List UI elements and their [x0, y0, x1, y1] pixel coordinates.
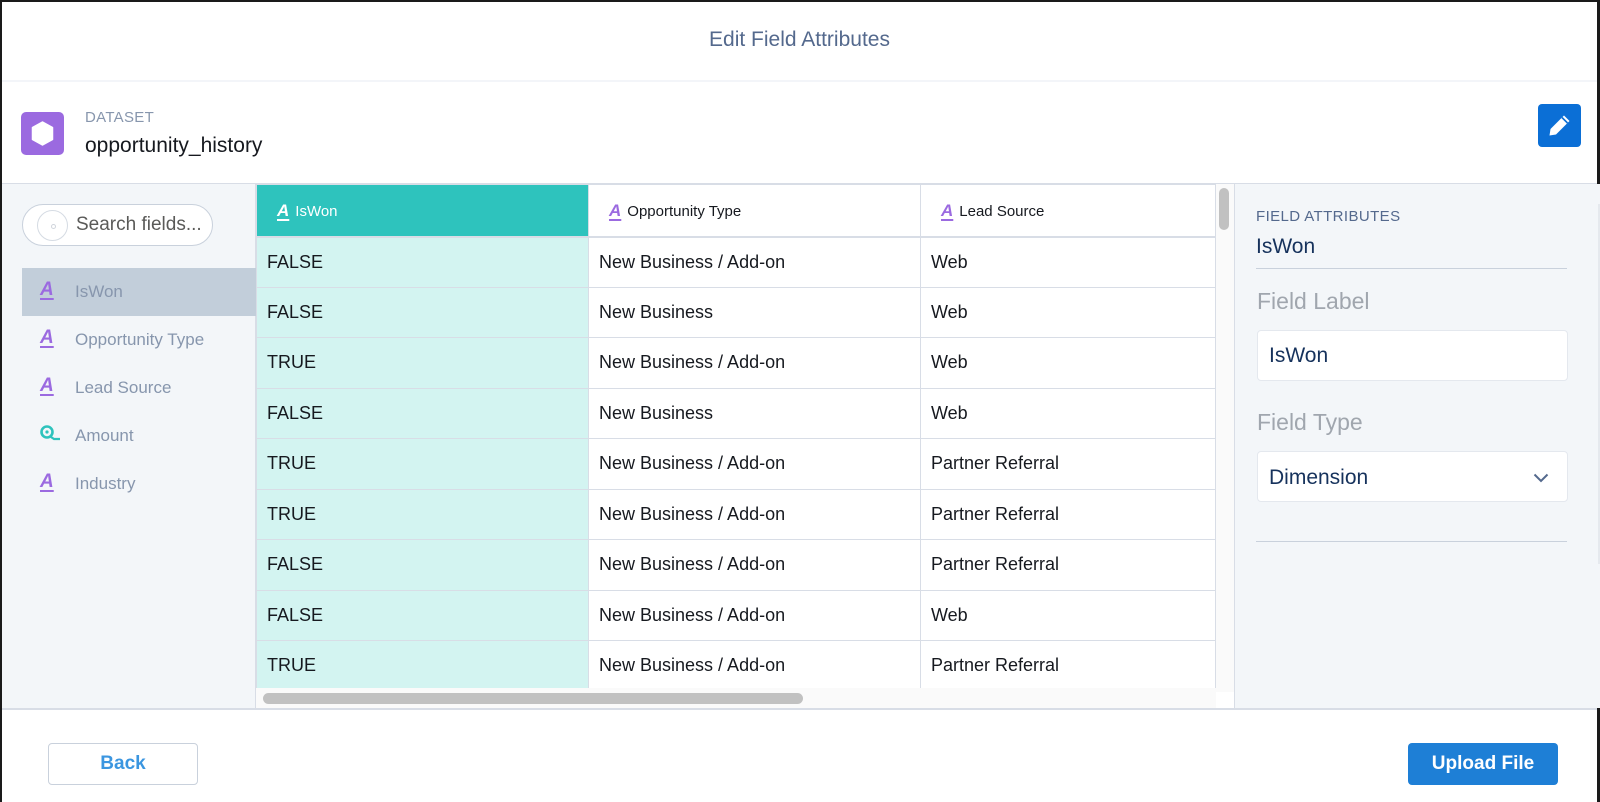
upload-file-button[interactable]: Upload File — [1408, 743, 1558, 785]
text-A-icon: A — [40, 375, 54, 396]
field-item-lead-source[interactable]: A Lead Source — [22, 364, 256, 412]
field-type-value: Dimension — [1269, 466, 1369, 489]
dataset-name: opportunity_history — [85, 134, 263, 157]
table-row: TRUE New Business / Add-on Partner Referra… — [256, 488, 1216, 540]
grid-vertical-scrollbar[interactable] — [1216, 184, 1234, 692]
table-row: FALSE New Business / Add-on Web — [256, 589, 1216, 641]
cell-iswon: TRUE — [256, 337, 589, 389]
table-row: TRUE New Business / Add-on Partner Referra… — [256, 640, 1216, 692]
cell-lead-source: Partner Referral — [920, 488, 1216, 540]
grid-horizontal-scrollbar[interactable] — [256, 688, 1216, 708]
field-item-label: Industry — [75, 474, 136, 493]
table-row: TRUE New Business / Add-on Partner Referra… — [256, 438, 1216, 490]
cell-lead-source: Partner Referral — [920, 438, 1216, 490]
cell-opportunity-type: New Business / Add-on — [588, 337, 921, 389]
field-list: A IsWon A Opportunity Type A Lead Source… — [22, 268, 256, 508]
search-icon — [37, 210, 68, 241]
divider — [1256, 268, 1567, 269]
cell-opportunity-type: New Business / Add-on — [588, 539, 921, 591]
field-type-select[interactable]: Dimension — [1257, 451, 1568, 502]
selected-field-name: IsWon — [1256, 235, 1316, 258]
cell-iswon: FALSE — [256, 387, 589, 439]
cell-lead-source: Partner Referral — [920, 539, 1216, 591]
cell-opportunity-type: New Business / Add-on — [588, 589, 921, 641]
cell-iswon: FALSE — [256, 286, 589, 338]
cell-opportunity-type: New Business — [588, 286, 921, 338]
cell-lead-source: Partner Referral — [920, 640, 1216, 692]
modal-title: Edit Field Attributes — [709, 28, 890, 51]
data-table: A IsWon A Opportunity Type A Lead Source FA… — [256, 184, 1216, 692]
field-item-label: Lead Source — [75, 378, 172, 397]
field-type-title: Field Type — [1257, 409, 1363, 435]
back-button[interactable]: Back — [48, 743, 198, 785]
text-A-icon: A — [941, 200, 954, 220]
cell-lead-source: Web — [920, 589, 1216, 641]
cell-opportunity-type: New Business / Add-on — [588, 438, 921, 490]
data-preview-grid: A IsWon A Opportunity Type A Lead Source FA… — [256, 184, 1234, 708]
modal-window: Edit Field Attributes DATASET opportunit… — [0, 0, 1600, 802]
scrollbar-thumb[interactable] — [1219, 188, 1229, 230]
cell-lead-source: Web — [920, 286, 1216, 338]
cell-lead-source: Web — [920, 387, 1216, 439]
cell-iswon: TRUE — [256, 438, 589, 490]
cell-iswon: FALSE — [256, 236, 589, 288]
modal-footer: Back Upload File — [2, 708, 1597, 802]
column-header-label: Opportunity Type — [627, 202, 742, 220]
text-A-icon: A — [40, 327, 54, 348]
cell-iswon: FALSE — [256, 539, 589, 591]
field-label-title: Field Label — [1257, 288, 1370, 314]
table-header-row: A IsWon A Opportunity Type A Lead Source — [256, 184, 1216, 238]
cell-lead-source: Web — [920, 236, 1216, 288]
field-item-amount[interactable]: Amount — [22, 412, 256, 460]
text-A-icon: A — [609, 200, 622, 220]
search-fields-input[interactable] — [76, 213, 208, 237]
table-row: FALSE New Business Web — [256, 286, 1216, 338]
cell-iswon: TRUE — [256, 488, 589, 540]
cell-lead-source: Web — [920, 337, 1216, 389]
table-row: TRUE New Business / Add-on Web — [256, 337, 1216, 389]
field-item-label: IsWon — [75, 282, 123, 301]
table-row: FALSE New Business Web — [256, 387, 1216, 439]
cell-opportunity-type: New Business / Add-on — [588, 236, 921, 288]
column-header-lead-source[interactable]: A Lead Source — [920, 184, 1216, 238]
table-row: FALSE New Business / Add-on Web — [256, 236, 1216, 288]
table-row: FALSE New Business / Add-on Partner Referr… — [256, 539, 1216, 591]
search-fields[interactable] — [22, 204, 213, 246]
cell-opportunity-type: New Business / Add-on — [588, 488, 921, 540]
text-A-icon: A — [277, 200, 290, 220]
field-item-label: Opportunity Type — [75, 330, 205, 349]
modal-header: Edit Field Attributes — [2, 2, 1597, 82]
edit-dataset-button[interactable] — [1538, 104, 1581, 147]
column-header-label: Lead Source — [959, 202, 1045, 220]
cell-opportunity-type: New Business — [588, 387, 921, 439]
field-item-iswon[interactable]: A IsWon — [22, 268, 256, 316]
divider — [1256, 541, 1567, 542]
column-header-opportunity-type[interactable]: A Opportunity Type — [588, 184, 921, 238]
field-item-industry[interactable]: A Industry — [22, 460, 256, 508]
dataset-label: DATASET — [85, 109, 155, 126]
text-A-icon: A — [40, 279, 54, 300]
field-item-opportunity-type[interactable]: A Opportunity Type — [22, 316, 256, 364]
cell-iswon: FALSE — [256, 589, 589, 641]
field-label-input[interactable] — [1257, 330, 1568, 381]
field-attributes-panel: FIELD ATTRIBUTES IsWon Field Label Field… — [1234, 184, 1600, 708]
chevron-down-icon — [1533, 470, 1549, 488]
column-header-label: IsWon — [295, 202, 338, 220]
text-A-icon: A — [40, 471, 54, 492]
column-header-iswon[interactable]: A IsWon — [256, 184, 589, 238]
dataset-hexagon-icon — [21, 112, 64, 155]
measure-icon — [40, 424, 60, 446]
scrollbar-thumb[interactable] — [263, 693, 803, 704]
dataset-header: DATASET opportunity_history — [2, 82, 1597, 184]
field-attributes-heading: FIELD ATTRIBUTES — [1256, 208, 1401, 225]
cell-iswon: TRUE — [256, 640, 589, 692]
cell-opportunity-type: New Business / Add-on — [588, 640, 921, 692]
fields-sidebar: A IsWon A Opportunity Type A Lead Source… — [2, 184, 256, 708]
field-item-label: Amount — [75, 426, 134, 445]
